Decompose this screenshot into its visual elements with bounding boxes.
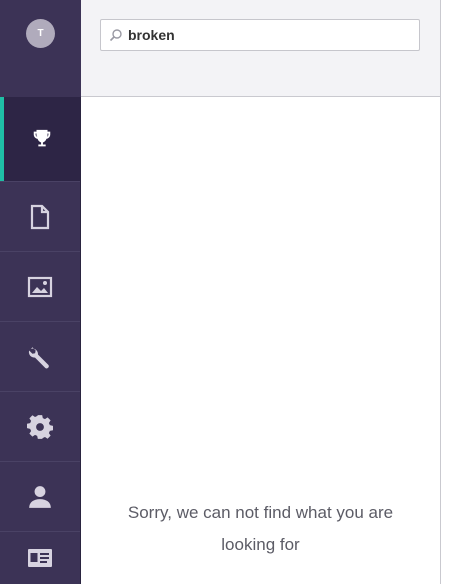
sidebar-item-settings[interactable]: [0, 391, 80, 461]
sidebar: T: [0, 0, 81, 584]
user-icon: [29, 485, 51, 508]
search-icon: [109, 29, 122, 42]
right-divider: [440, 0, 441, 584]
sidebar-item-trophy[interactable]: [0, 97, 80, 181]
avatar[interactable]: T: [26, 19, 55, 48]
sidebar-item-tools[interactable]: [0, 321, 80, 391]
avatar-area: T: [0, 0, 81, 97]
search-input[interactable]: [128, 21, 408, 49]
sidebar-item-documents[interactable]: [0, 181, 80, 251]
sidebar-item-profile[interactable]: [0, 531, 80, 584]
search-bar[interactable]: [100, 19, 420, 51]
app-window: T broken Sorry, we can not find what you…: [0, 0, 451, 584]
id-card-icon: [28, 549, 52, 567]
document-icon: [30, 204, 50, 229]
empty-state-message: Sorry, we can not find what you are look…: [127, 503, 394, 554]
sidebar-item-users[interactable]: [0, 461, 80, 531]
main-content: Sorry, we can not find what you are look…: [81, 97, 440, 584]
image-icon: [27, 276, 53, 297]
trophy-icon: [33, 129, 51, 147]
wrench-icon: [28, 346, 49, 368]
sidebar-item-media[interactable]: [0, 251, 80, 321]
header: [81, 0, 440, 97]
gear-icon: [27, 414, 53, 439]
